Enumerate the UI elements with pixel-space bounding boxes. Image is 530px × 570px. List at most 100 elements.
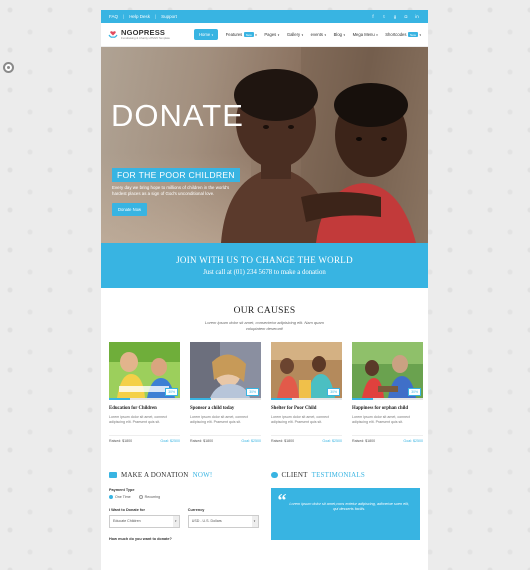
- testimonial-quote: Lorem ipsum dolor sit amet,cons ectetur …: [289, 501, 410, 512]
- donation-heading-text: MAKE A DONATION: [121, 470, 189, 479]
- cause-stats: Raised: $1800 Goal: $2500: [352, 434, 423, 443]
- menu-item-gallery[interactable]: Gallery ▾: [287, 32, 303, 37]
- join-band: JOIN WITH US TO CHANGE THE WORLD Just ca…: [101, 243, 428, 288]
- top-bar: FAQ | Help Desk | Support f t g ◘ in: [101, 10, 428, 23]
- amount-label: How much do you want to donate?: [109, 536, 172, 541]
- cause-card[interactable]: 30% Happiness for orphan child Lorem ips…: [352, 342, 423, 443]
- cause-title[interactable]: Education for Children: [109, 406, 180, 411]
- faq-link[interactable]: FAQ: [109, 14, 118, 19]
- goal-amount: Goal: $2500: [322, 438, 342, 443]
- join-title: JOIN WITH US TO CHANGE THE WORLD: [176, 255, 353, 265]
- donate-for-label: I Want to Donate for: [109, 507, 145, 512]
- testimonials-heading: CLIENT TESTIMONIALS: [270, 471, 421, 479]
- chat-bubble-icon: [270, 471, 278, 478]
- settings-gear-icon[interactable]: [3, 62, 14, 73]
- facebook-icon[interactable]: f: [370, 14, 376, 20]
- page: FAQ | Help Desk | Support f t g ◘ in NGO…: [101, 10, 428, 570]
- progress-percent: 30%: [165, 388, 178, 397]
- chevron-down-icon: ▾: [343, 32, 345, 37]
- hero-title: DONATE: [111, 98, 244, 133]
- progress-bar: [352, 398, 423, 401]
- chevron-down-icon: ▾: [301, 32, 304, 37]
- menu-label: Pages: [264, 32, 277, 37]
- testimonial-card: “ Lorem ipsum dolor sit amet,cons ectetu…: [270, 487, 420, 540]
- bottom-section: MAKE A DONATION NOW! Payment Type One Ti…: [101, 443, 428, 541]
- chevron-down-icon: ▾: [419, 32, 421, 37]
- currency-value: USD - U.S. Dollars: [191, 519, 222, 524]
- cause-image[interactable]: 30%: [190, 342, 261, 399]
- quote-icon: “: [277, 489, 287, 510]
- menu-label: Shortcodes: [385, 32, 407, 37]
- logo-tagline: Fundraising & Charity HTML5 Template: [121, 36, 170, 41]
- support-link[interactable]: Support: [161, 14, 177, 19]
- progress-percent: 30%: [408, 388, 421, 397]
- goal-amount: Goal: $2500: [241, 438, 261, 443]
- progress-percent: 30%: [246, 388, 259, 397]
- menu-item-shortcodes[interactable]: Shortcodes New ▾: [385, 32, 421, 37]
- menu-item-events[interactable]: events ▾: [311, 32, 326, 37]
- progress-fill: [352, 398, 374, 401]
- menu-label: Gallery: [286, 32, 301, 37]
- menu-item-pages[interactable]: Pages ▾: [264, 32, 279, 37]
- separator: |: [123, 14, 125, 19]
- chevron-down-icon: ▾: [172, 515, 179, 527]
- cause-card[interactable]: 30% Education for Children Lorem ipsum d…: [109, 342, 180, 443]
- cause-card[interactable]: 30% Sponsor a child today Lorem ipsum do…: [190, 342, 261, 443]
- cause-title[interactable]: Happiness for orphan child: [352, 406, 423, 411]
- donation-heading-highlight: NOW!: [192, 470, 213, 479]
- menu-label: Mega Menu: [352, 32, 375, 37]
- help-desk-link[interactable]: Help Desk: [129, 14, 150, 19]
- progress-fill: [190, 398, 212, 401]
- menu-item-blog[interactable]: Blog ▾: [334, 32, 345, 37]
- hero-banner: DONATE FOR THE POOR CHILDREN Every day w…: [101, 47, 428, 243]
- linkedin-icon[interactable]: in: [414, 14, 420, 20]
- donation-form: MAKE A DONATION NOW! Payment Type One Ti…: [109, 471, 259, 541]
- chevron-down-icon: ▾: [211, 32, 214, 37]
- hero-text: Every day we bring hope to millions of c…: [112, 185, 230, 196]
- raised-amount: Raised: $1800: [190, 438, 214, 443]
- hero-subtitle: FOR THE POOR CHILDREN: [112, 168, 240, 182]
- cause-card[interactable]: 30% Shelter for Poor Child Lorem ipsum d…: [271, 342, 342, 443]
- cause-image[interactable]: 30%: [109, 342, 180, 399]
- menu-label: events: [310, 32, 324, 37]
- donation-heading: MAKE A DONATION NOW!: [109, 471, 259, 479]
- menu-item-features[interactable]: Features New ▾: [226, 32, 257, 37]
- cause-description: Lorem ipsum dolor sit amet, connect adip…: [352, 415, 410, 425]
- payment-type-label: Payment Type: [109, 487, 135, 492]
- instagram-icon[interactable]: ◘: [403, 14, 409, 20]
- twitter-icon[interactable]: t: [381, 14, 387, 20]
- chevron-down-icon: ▾: [251, 515, 258, 527]
- menu-item-mega-menu[interactable]: Mega Menu ▾: [353, 32, 378, 37]
- donation-selects: I Want to Donate for Educate Children ▾ …: [109, 499, 259, 528]
- raised-amount: Raised: $1800: [109, 438, 133, 443]
- donate-now-button[interactable]: Donate Now: [112, 203, 148, 216]
- donation-box-icon: [109, 471, 117, 478]
- raised-amount: Raised: $1800: [271, 438, 295, 443]
- cause-description: Lorem ipsum dolor sit amet, connect adip…: [190, 415, 248, 425]
- cause-image[interactable]: 30%: [271, 342, 342, 399]
- currency-select[interactable]: USD - U.S. Dollars ▾: [187, 514, 259, 528]
- cause-image[interactable]: 30%: [352, 342, 423, 399]
- donate-for-select[interactable]: Educate Children ▾: [109, 514, 180, 528]
- cause-stats: Raised: $1800 Goal: $2500: [190, 434, 261, 443]
- top-links: FAQ | Help Desk | Support: [109, 14, 177, 19]
- progress-fill: [271, 398, 293, 401]
- logo[interactable]: NGOPRESS Fundraising & Charity HTML5 Tem…: [108, 29, 194, 40]
- chevron-down-icon: ▾: [376, 32, 378, 37]
- main-nav: NGOPRESS Fundraising & Charity HTML5 Tem…: [101, 23, 428, 47]
- new-badge: New: [407, 32, 418, 37]
- menu-item-home[interactable]: Home ▾: [194, 29, 219, 40]
- cause-stats: Raised: $1800 Goal: $2500: [109, 434, 180, 443]
- goal-amount: Goal: $2500: [160, 438, 180, 443]
- menu-label: Home: [199, 32, 211, 37]
- progress-bar: [109, 398, 180, 401]
- cause-title[interactable]: Shelter for Poor Child: [271, 406, 342, 411]
- donate-for-value: Educate Children: [113, 519, 141, 524]
- google-plus-icon[interactable]: g: [392, 14, 398, 20]
- goal-amount: Goal: $2500: [403, 438, 423, 443]
- progress-percent: 30%: [327, 388, 340, 397]
- progress-fill: [109, 398, 131, 401]
- cause-title[interactable]: Sponsor a child today: [190, 406, 261, 411]
- new-badge: New: [243, 32, 254, 37]
- join-subtitle: Just call at (01) 234 5678 to make a don…: [203, 269, 326, 276]
